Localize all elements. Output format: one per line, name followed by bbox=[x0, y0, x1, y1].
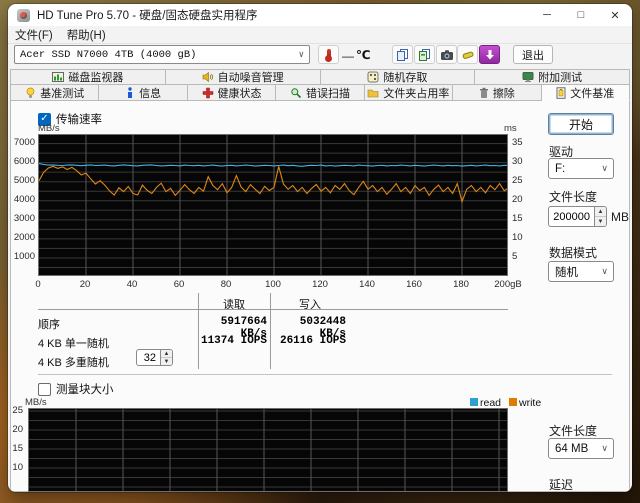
folder-icon bbox=[368, 89, 379, 97]
file-length-unit: MB bbox=[611, 210, 629, 224]
table-divider bbox=[38, 309, 508, 310]
row-4k-single-write: 26116 IOPS bbox=[279, 335, 346, 347]
app-window: HD Tune Pro 5.70 - 硬盘/固态硬盘实用程序 ─ □ ✕ 文件(… bbox=[8, 4, 632, 492]
app-icon bbox=[17, 8, 30, 22]
camera-icon bbox=[440, 49, 453, 60]
file-benchmark-icon bbox=[556, 86, 566, 99]
data-mode-label: 数据模式 bbox=[549, 246, 598, 260]
tab-strip: 磁盘监视器 自动噪音管理 随机存取 附加测试 基准测试 信息 健康状态 错误扫描… bbox=[10, 69, 630, 101]
thermometer-icon bbox=[325, 48, 332, 62]
update-download-button[interactable] bbox=[479, 45, 500, 64]
y-axis-unit: MB/s bbox=[25, 397, 47, 408]
dice-icon bbox=[367, 71, 379, 83]
temperature-unit: ℃ bbox=[356, 48, 371, 62]
file-length2-label: 文件长度 bbox=[549, 424, 598, 438]
monitor-icon bbox=[522, 72, 534, 82]
latency-label: 延迟 bbox=[549, 478, 574, 492]
file-length-label: 文件长度 bbox=[549, 190, 598, 204]
row-4k-single-read: 11374 IOPS bbox=[200, 335, 267, 347]
block-size-checkbox[interactable]: 测量块大小 bbox=[38, 381, 114, 397]
queue-depth-stepper[interactable]: 32 ▲ ▼ bbox=[136, 349, 173, 370]
minimize-button[interactable]: ─ bbox=[530, 4, 564, 26]
close-button[interactable]: ✕ bbox=[598, 4, 632, 26]
section-divider bbox=[38, 374, 612, 375]
drive-select[interactable]: Acer SSD N7000 4TB (4000 gB) ∨ bbox=[14, 45, 310, 64]
tab-benchmark[interactable]: 基准测试 bbox=[10, 85, 100, 101]
download-arrow-icon bbox=[485, 49, 494, 59]
tab-health[interactable]: 健康状态 bbox=[187, 85, 277, 101]
trash-icon bbox=[479, 87, 488, 98]
tab-file-benchmark[interactable]: 文件基准 bbox=[541, 85, 630, 101]
tab-noise-management[interactable]: 自动噪音管理 bbox=[165, 69, 321, 85]
copy-image-button[interactable] bbox=[414, 45, 435, 64]
temperature-value: — bbox=[342, 49, 354, 63]
info-icon bbox=[128, 86, 133, 98]
drive-dropdown[interactable]: F: ∨ bbox=[548, 158, 614, 179]
tab-random-access[interactable]: 随机存取 bbox=[320, 69, 476, 85]
row-4k-multi-label: 4 KB 多重随机 bbox=[38, 357, 109, 369]
chevron-down-icon: ∨ bbox=[601, 266, 608, 276]
lamp-icon bbox=[26, 87, 35, 98]
tab-info[interactable]: 信息 bbox=[99, 85, 188, 101]
annotate-button[interactable] bbox=[457, 45, 478, 64]
temperature-button[interactable] bbox=[318, 45, 339, 64]
write-legend-swatch bbox=[509, 398, 518, 406]
chevron-down-icon: ∨ bbox=[601, 163, 608, 173]
transfer-rate-chart bbox=[38, 134, 508, 276]
chevron-down-icon: ∨ bbox=[298, 49, 304, 60]
tab-error-scan[interactable]: 错误扫描 bbox=[276, 85, 365, 101]
y-axis-unit: MB/s bbox=[38, 123, 60, 134]
row-4k-single-label: 4 KB 单一随机 bbox=[38, 338, 109, 350]
data-mode-dropdown[interactable]: 随机 ∨ bbox=[548, 261, 614, 282]
health-cross-icon bbox=[202, 87, 213, 98]
tab-extra-tests[interactable]: 附加测试 bbox=[475, 69, 630, 85]
chevron-down-icon: ∨ bbox=[601, 443, 608, 453]
highlighter-icon bbox=[462, 51, 474, 59]
toolbar: Acer SSD N7000 4TB (4000 gB) ∨ — ℃ 退出 bbox=[8, 44, 632, 69]
copy-color-icon bbox=[418, 48, 430, 61]
exit-button[interactable]: 退出 bbox=[513, 45, 553, 64]
magnifier-icon bbox=[291, 87, 302, 98]
tab-folder-usage[interactable]: 文件夹占用率 bbox=[364, 85, 454, 101]
start-button[interactable]: 开始 bbox=[548, 113, 614, 135]
tab-erase[interactable]: 擦除 bbox=[453, 85, 542, 101]
screenshot-button[interactable] bbox=[436, 45, 457, 64]
file-length-stepper[interactable]: 200000 ▲ ▼ bbox=[548, 206, 607, 227]
stepper-down-icon[interactable]: ▼ bbox=[595, 217, 606, 226]
menu-bar: 文件(F) 帮助(H) bbox=[8, 26, 632, 44]
block-size-chart bbox=[28, 408, 508, 492]
stepper-up-icon[interactable]: ▲ bbox=[161, 350, 172, 358]
copy-text-button[interactable] bbox=[392, 45, 413, 64]
table-column-line bbox=[270, 293, 271, 369]
desktop: { "window": { "title": "HD Tune Pro 5.70… bbox=[0, 0, 640, 503]
menu-file[interactable]: 文件(F) bbox=[8, 26, 60, 43]
speaker-icon bbox=[202, 71, 213, 83]
tab-disk-monitor[interactable]: 磁盘监视器 bbox=[10, 69, 166, 85]
menu-help[interactable]: 帮助(H) bbox=[60, 26, 113, 43]
copy-icon bbox=[396, 48, 408, 61]
window-title: HD Tune Pro 5.70 - 硬盘/固态硬盘实用程序 bbox=[37, 10, 258, 22]
stepper-down-icon[interactable]: ▼ bbox=[161, 358, 172, 365]
file-length2-dropdown[interactable]: 64 MB ∨ bbox=[548, 438, 614, 459]
read-legend-swatch bbox=[470, 398, 478, 406]
title-bar: HD Tune Pro 5.70 - 硬盘/固态硬盘实用程序 ─ □ ✕ bbox=[8, 4, 632, 26]
checkbox-icon bbox=[38, 382, 51, 396]
row-sequential-label: 顺序 bbox=[38, 319, 60, 331]
disk-monitor-icon bbox=[52, 72, 65, 82]
maximize-button[interactable]: □ bbox=[564, 4, 598, 26]
stepper-up-icon[interactable]: ▲ bbox=[595, 207, 606, 217]
y2-axis-unit: ms bbox=[504, 123, 517, 134]
